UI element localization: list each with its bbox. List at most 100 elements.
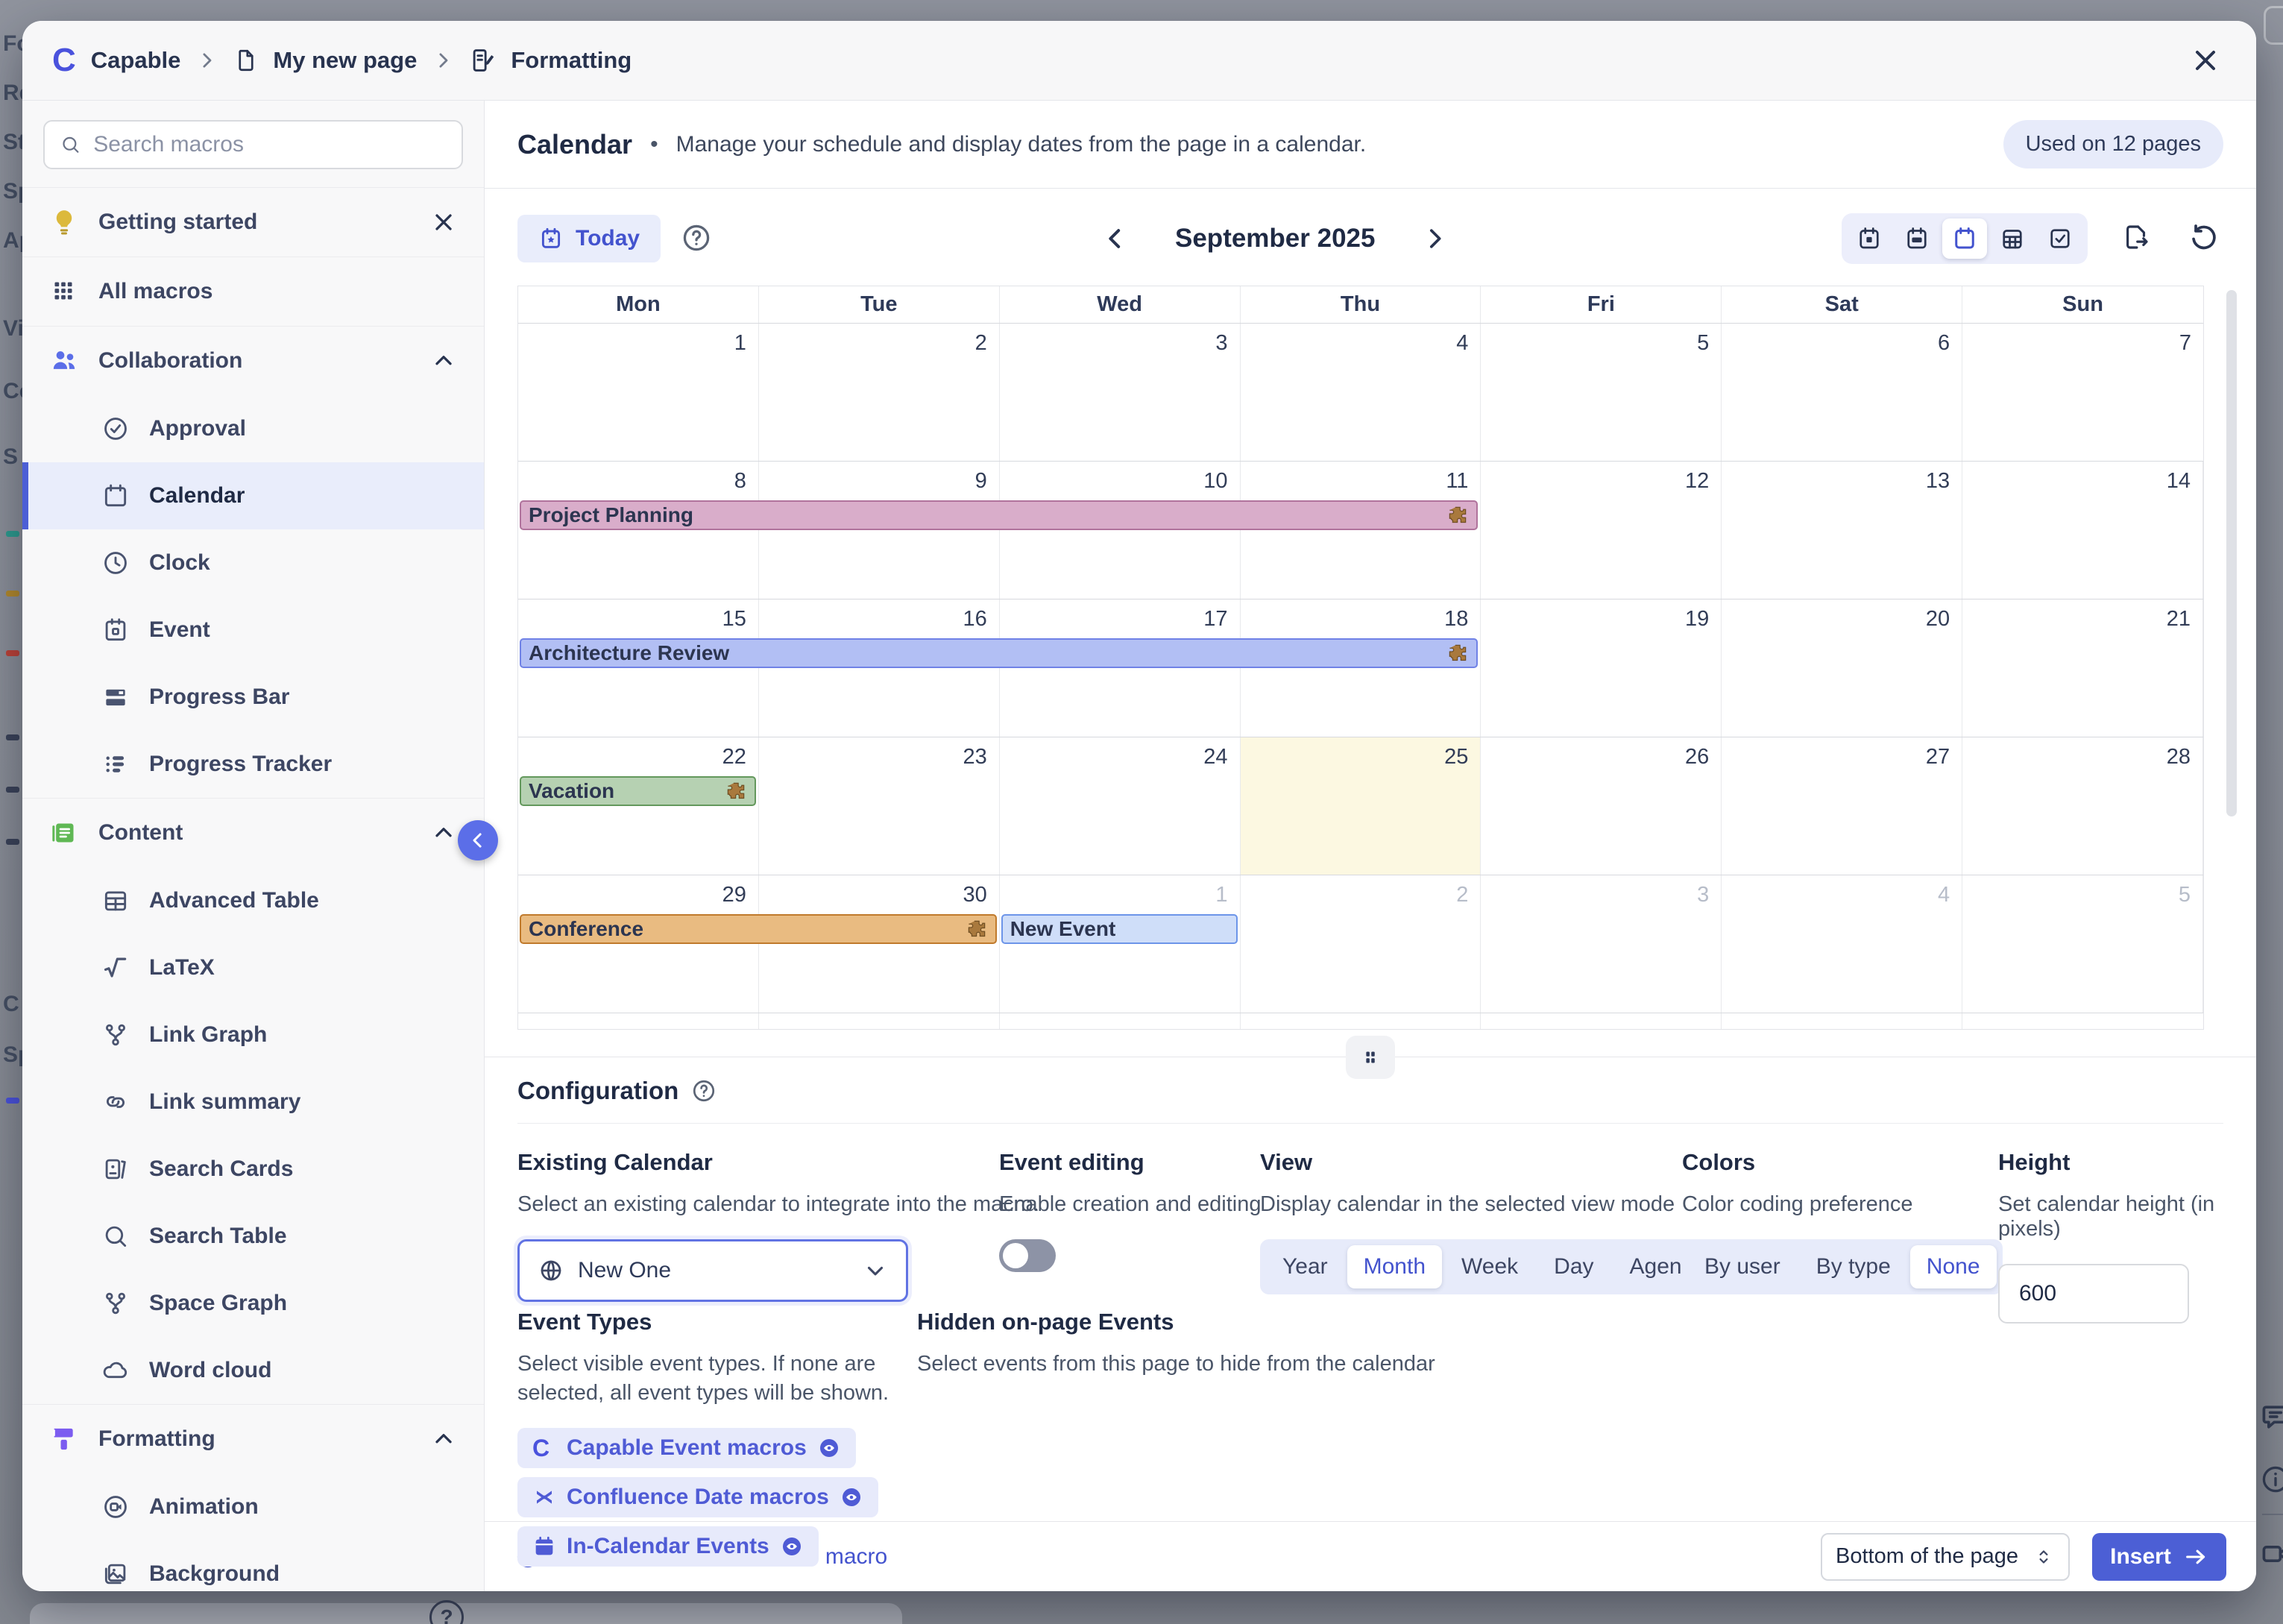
event-vacation[interactable]: Vacation <box>520 776 756 806</box>
sidebar-item-progress-bar[interactable]: Progress Bar <box>22 664 484 731</box>
day-cell[interactable]: 8 <box>518 462 759 599</box>
segment-day[interactable]: Day <box>1537 1245 1610 1288</box>
sidebar-item-link-graph[interactable]: Link Graph <box>22 1001 484 1068</box>
event-architecture-review[interactable]: Architecture Review <box>520 638 1478 668</box>
day-cell[interactable]: 6 <box>1722 324 1962 461</box>
day-cell[interactable]: 5 <box>1962 875 2203 1013</box>
event-project-planning[interactable]: Project Planning <box>520 500 1478 530</box>
day-cell[interactable]: 3 <box>1000 324 1241 461</box>
insert-position-select[interactable]: Bottom of the page <box>1821 1533 2070 1581</box>
existing-calendar-select[interactable]: New One <box>517 1239 908 1302</box>
day-cell[interactable]: 23 <box>759 737 1000 875</box>
sidebar-item-word-cloud[interactable]: Word cloud <box>22 1337 484 1404</box>
day-cell[interactable]: 4 <box>1722 875 1962 1013</box>
sidebar-collapse-button[interactable] <box>458 820 498 860</box>
breadcrumb-app[interactable]: Capable <box>91 47 181 74</box>
day-cell[interactable]: 1 <box>1000 875 1241 1013</box>
close-icon[interactable] <box>2185 40 2226 81</box>
sidebar-item-link-summary[interactable]: Link summary <box>22 1068 484 1136</box>
day-cell[interactable]: 10 <box>1000 462 1241 599</box>
segment-by-user[interactable]: By user <box>1688 1245 1797 1288</box>
day-cell[interactable]: 22 <box>518 737 759 875</box>
event-conference[interactable]: Conference <box>520 914 997 944</box>
chevron-up-icon[interactable] <box>430 347 457 374</box>
day-cell[interactable]: 2 <box>1241 875 1481 1013</box>
reset-icon[interactable] <box>2188 221 2222 256</box>
sidebar-item-animation[interactable]: Animation <box>22 1473 484 1540</box>
sidebar-item-calendar[interactable]: Calendar <box>22 462 484 529</box>
day-cell-today[interactable]: 25 <box>1241 737 1481 875</box>
day-cell[interactable]: 1 <box>518 324 759 461</box>
sidebar-header-all-macros[interactable]: All macros <box>22 257 484 326</box>
chevron-up-icon[interactable] <box>430 819 457 846</box>
sidebar-item-progress-tracker[interactable]: Progress Tracker <box>22 731 484 798</box>
segment-by-type[interactable]: By type <box>1800 1245 1907 1288</box>
day-cell[interactable]: 7 <box>1962 324 2203 461</box>
event-type-chip-confluence-date-macros[interactable]: Confluence Date macros <box>517 1477 878 1517</box>
day-cell[interactable]: 9 <box>759 462 1000 599</box>
prev-month-icon[interactable] <box>1100 224 1130 254</box>
segment-none[interactable]: None <box>1910 1245 1997 1288</box>
day-cell[interactable]: 26 <box>1481 737 1722 875</box>
chevron-up-icon[interactable] <box>430 1426 457 1453</box>
day-cell[interactable]: 13 <box>1722 462 1962 599</box>
day-cell[interactable]: 24 <box>1000 737 1241 875</box>
sidebar-header-getting-started[interactable]: Getting started <box>22 188 484 256</box>
today-button[interactable]: Today <box>517 215 661 262</box>
cal-day-view-button[interactable] <box>1847 218 1892 259</box>
sidebar-item-background[interactable]: Background <box>22 1540 484 1591</box>
day-cell[interactable]: 11 <box>1241 462 1481 599</box>
sidebar-header-collaboration[interactable]: Collaboration <box>22 327 484 395</box>
segment-year[interactable]: Year <box>1266 1245 1344 1288</box>
sidebar-item-approval[interactable]: Approval <box>22 395 484 462</box>
day-cell[interactable]: 28 <box>1962 737 2203 875</box>
day-cell[interactable]: 17 <box>1000 599 1241 737</box>
export-icon[interactable] <box>2120 221 2155 256</box>
segment-month[interactable]: Month <box>1347 1245 1442 1288</box>
eye-icon[interactable] <box>840 1485 863 1509</box>
resize-drag-handle[interactable] <box>1346 1036 1395 1079</box>
cal-month-view-button[interactable] <box>1942 218 1987 259</box>
day-cell[interactable]: 16 <box>759 599 1000 737</box>
sidebar-item-search-cards[interactable]: Search Cards <box>22 1136 484 1203</box>
day-cell[interactable]: 2 <box>759 324 1000 461</box>
day-cell[interactable]: 12 <box>1481 462 1722 599</box>
help-icon[interactable] <box>690 1077 717 1104</box>
day-cell[interactable]: 18 <box>1241 599 1481 737</box>
eye-icon[interactable] <box>780 1535 804 1558</box>
close-icon[interactable] <box>430 209 457 236</box>
day-cell[interactable]: 5 <box>1481 324 1722 461</box>
event-editing-toggle[interactable] <box>999 1239 1056 1272</box>
cal-task-view-button[interactable] <box>2038 218 2082 259</box>
sidebar-item-latex[interactable]: LaTeX <box>22 934 484 1001</box>
breadcrumb-category[interactable]: Formatting <box>469 46 632 75</box>
cal-week-view-button[interactable] <box>1895 218 1939 259</box>
day-cell[interactable]: 29 <box>518 875 759 1013</box>
sidebar-item-search-table[interactable]: Search Table <box>22 1203 484 1270</box>
insert-button[interactable]: Insert <box>2092 1533 2226 1581</box>
event-type-chip-in-calendar-events[interactable]: In-Calendar Events <box>517 1526 819 1567</box>
height-input[interactable] <box>1998 1264 2189 1324</box>
sidebar-item-advanced-table[interactable]: Advanced Table <box>22 867 484 934</box>
sidebar-item-space-graph[interactable]: Space Graph <box>22 1270 484 1337</box>
day-cell[interactable]: 30 <box>759 875 1000 1013</box>
segment-week[interactable]: Week <box>1445 1245 1534 1288</box>
cal-grid-view-button[interactable] <box>1990 218 2035 259</box>
day-cell[interactable]: 20 <box>1722 599 1962 737</box>
search-input[interactable] <box>93 132 447 157</box>
day-cell[interactable]: 14 <box>1962 462 2203 599</box>
sidebar-item-clock[interactable]: Clock <box>22 529 484 597</box>
day-cell[interactable]: 21 <box>1962 599 2203 737</box>
sidebar-item-event[interactable]: Event <box>22 597 484 664</box>
event-new-event[interactable]: New Event <box>1001 914 1238 944</box>
next-month-icon[interactable] <box>1420 224 1449 254</box>
eye-icon[interactable] <box>817 1436 841 1460</box>
help-icon[interactable] <box>680 221 714 256</box>
day-cell[interactable]: 3 <box>1481 875 1722 1013</box>
sidebar-header-content[interactable]: Content <box>22 799 484 867</box>
event-type-chip-capable-event-macros[interactable]: CCapable Event macros <box>517 1428 856 1468</box>
day-cell[interactable]: 19 <box>1481 599 1722 737</box>
day-cell[interactable]: 27 <box>1722 737 1962 875</box>
day-cell[interactable]: 15 <box>518 599 759 737</box>
day-cell[interactable]: 4 <box>1241 324 1481 461</box>
